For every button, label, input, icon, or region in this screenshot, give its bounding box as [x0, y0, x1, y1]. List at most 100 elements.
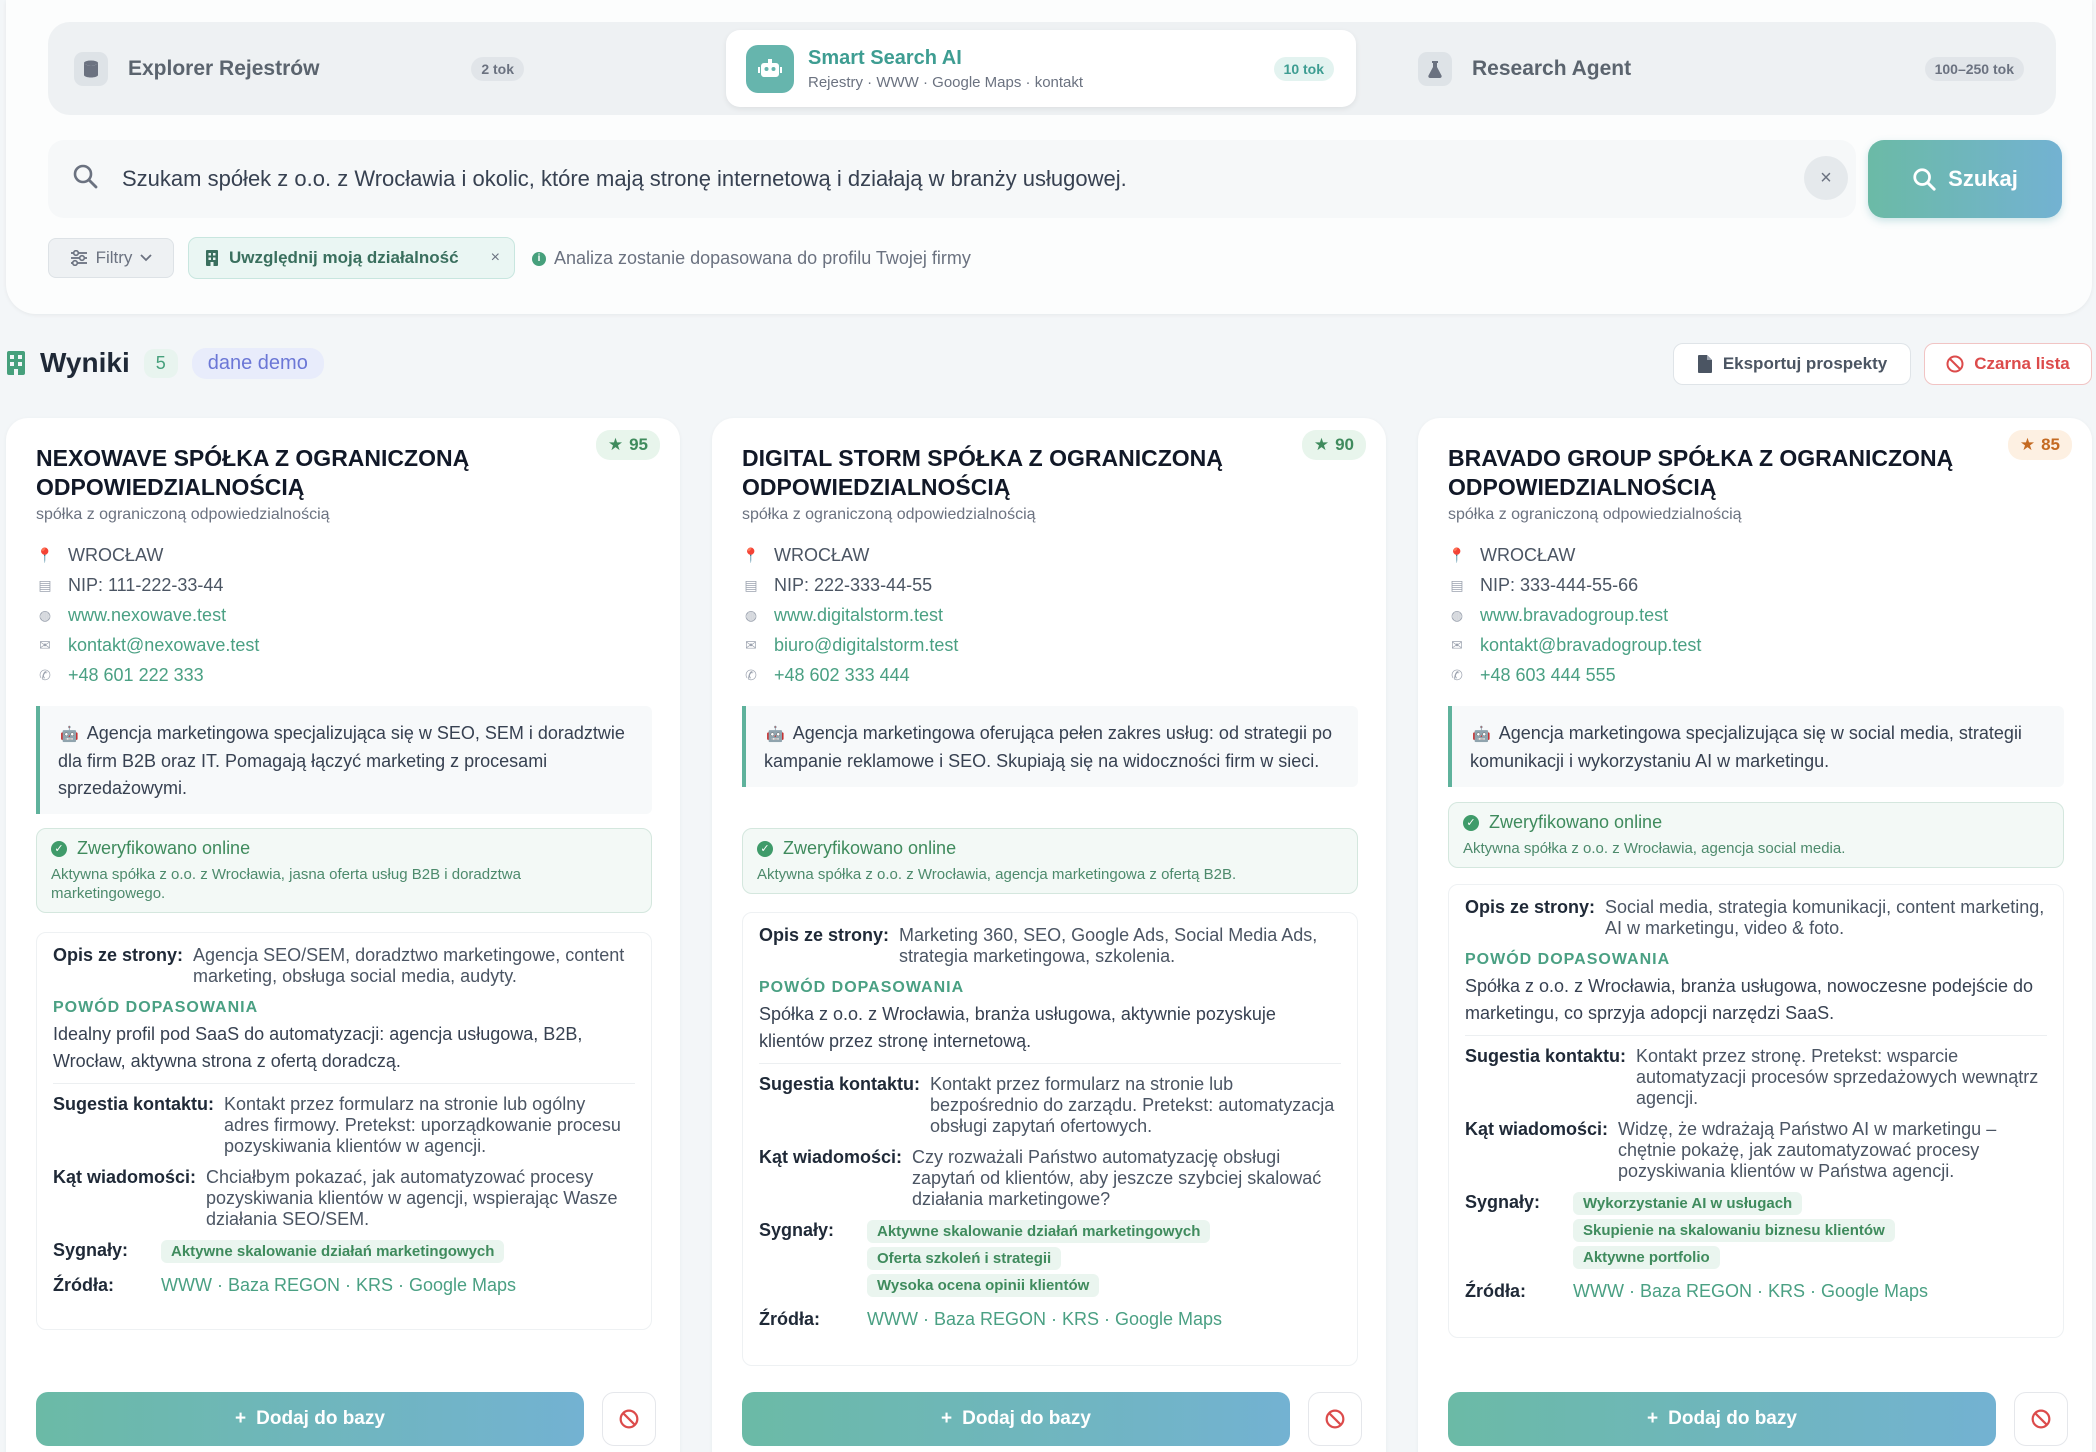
site-desc-label: Opis ze strony:: [759, 925, 890, 945]
star-icon: ★: [2019, 435, 2036, 454]
ban-icon: [1946, 355, 1964, 373]
verified-box: ✓ Zweryfikowano online Aktywna spółka z o…: [1448, 802, 2064, 868]
nip: NIP: 222-333-44-55: [774, 574, 933, 595]
site-desc: Agencja SEO/SEM, doradztwo marketingowe,…: [193, 945, 625, 986]
blacklist-label: Czarna lista: [1974, 354, 2070, 373]
building-icon: [6, 350, 28, 376]
email-link[interactable]: kontakt@bravadogroup.test: [1480, 635, 1701, 656]
company-name: BRAVADO GROUP SPÓŁKA Z OGRANICZONĄ ODPOW…: [1448, 445, 1954, 500]
clear-search-button[interactable]: ×: [1804, 156, 1848, 200]
phone-link[interactable]: +48 602 333 444: [774, 665, 910, 686]
website-link[interactable]: www.nexowave.test: [68, 605, 226, 626]
sources-label: Źródła:: [759, 1309, 820, 1329]
verified-box: ✓ Zweryfikowano online Aktywna spółka z o…: [742, 828, 1358, 894]
filters-dropdown[interactable]: Filtry: [48, 238, 174, 278]
signals-label: Sygnały:: [759, 1220, 835, 1240]
mode-explorer-rejestrow[interactable]: Explorer Rejestrów 2 tok: [60, 30, 540, 107]
email-link[interactable]: biuro@digitalstorm.test: [774, 635, 958, 656]
contact-suggestion: Kontakt przez formularz na stronie lub b…: [930, 1074, 1335, 1136]
chevron-down-icon: [140, 254, 153, 262]
phone-link[interactable]: +48 603 444 555: [1480, 665, 1616, 686]
why-text: Spółka z o.o. z Wrocławia, branża usługo…: [759, 1004, 1276, 1051]
export-prospects-button[interactable]: Eksportuj prospekty: [1673, 343, 1911, 385]
signal-tag: Wysoka ocena opinii klientów: [867, 1274, 1100, 1297]
score-value: 85: [2041, 435, 2060, 454]
sources-label: Źródła:: [1465, 1281, 1526, 1301]
score-value: 90: [1335, 435, 1354, 454]
globe-icon: ◍: [38, 606, 52, 623]
signals-label: Sygnały:: [1465, 1192, 1541, 1212]
angle-label: Kąt wiadomości:: [53, 1167, 197, 1187]
mode-title: Explorer Rejestrów: [128, 56, 320, 80]
add-label: Dodaj do bazy: [256, 1408, 385, 1429]
star-icon: ★: [607, 435, 624, 454]
signal-tag: Aktywne portfolio: [1573, 1246, 1720, 1269]
score-badge: ★ 95: [595, 430, 660, 460]
search-button-label: Szukaj: [1948, 166, 2018, 191]
check-circle-icon: ✓: [757, 840, 773, 857]
signal-tag: Skupienie na skalowaniu biznesu klientów: [1573, 1219, 1895, 1242]
search-input[interactable]: Szukam spółek z o.o. z Wrocławia i okoli…: [48, 140, 1856, 218]
mode-research-agent[interactable]: Research Agent 100–250 tok: [1412, 30, 2048, 107]
profile-hint: i Analiza zostanie dopasowana do profilu…: [532, 248, 971, 269]
site-desc-label: Opis ze strony:: [53, 945, 184, 965]
verified-subtitle: Aktywna spółka z o.o. z Wrocławia, jasna…: [51, 866, 521, 902]
signals-label: Sygnały:: [53, 1240, 129, 1260]
ai-description-text: Agencja marketingowa specjalizująca się …: [58, 723, 625, 798]
token-badge: 100–250 tok: [1924, 56, 2024, 81]
building-icon: [206, 250, 218, 266]
contact-label: Sugestia kontaktu:: [53, 1094, 215, 1114]
angle-label: Kąt wiadomości:: [1465, 1119, 1609, 1139]
message-angle: Chciałbym pokazać, jak automatyzować pro…: [206, 1167, 618, 1229]
search-icon: [72, 163, 98, 196]
ai-description: 🤖 Agencja marketingowa specjalizująca się…: [36, 706, 652, 814]
ban-icon: [2031, 1409, 2051, 1429]
robot-icon: 🤖: [766, 726, 785, 743]
add-label: Dodaj do bazy: [962, 1408, 1091, 1429]
add-to-database-button[interactable]: + Dodaj do bazy: [742, 1392, 1290, 1446]
sources: WWW · Baza REGON · KRS · Google Maps: [867, 1309, 1223, 1329]
city: WROCŁAW: [68, 544, 164, 565]
plus-icon: +: [235, 1408, 247, 1429]
add-to-database-button[interactable]: + Dodaj do bazy: [36, 1392, 584, 1446]
include-my-business-chip[interactable]: Uwzględnij moją działalność ×: [188, 237, 515, 279]
search-query[interactable]: Szukam spółek z o.o. z Wrocławia i okoli…: [122, 166, 1127, 192]
mode-smart-search[interactable]: Smart Search AI Rejestry · WWW · Google …: [726, 30, 1356, 107]
legal-form: spółka z ograniczoną odpowiedzialnością: [36, 506, 330, 523]
company-name: DIGITAL STORM SPÓŁKA Z OGRANICZONĄ ODPOW…: [742, 445, 1223, 500]
search-button[interactable]: Szukaj: [1868, 140, 2062, 218]
signal-tag: Oferta szkoleń i strategii: [867, 1247, 1062, 1270]
plus-icon: +: [1647, 1408, 1659, 1429]
file-export-icon: [1697, 355, 1712, 373]
city: WROCŁAW: [774, 544, 870, 565]
location-pin-icon: 📍: [742, 546, 760, 563]
verified-title: Zweryfikowano online: [1489, 812, 1663, 832]
angle-label: Kąt wiadomości:: [759, 1147, 903, 1167]
why-text: Idealny profil pod SaaS do automatyzacji…: [53, 1024, 583, 1071]
phone-link[interactable]: +48 601 222 333: [68, 665, 204, 686]
verified-subtitle: Aktywna spółka z o.o. z Wrocławia, agenc…: [1463, 840, 1846, 857]
company-name: NEXOWAVE SPÓŁKA Z OGRANICZONĄ ODPOWIEDZI…: [36, 445, 470, 500]
email-link[interactable]: kontakt@nexowave.test: [68, 635, 259, 656]
site-desc: Social media, strategia komunikacji, con…: [1605, 897, 2045, 938]
blacklist-company-button[interactable]: [2014, 1392, 2068, 1446]
token-badge: 2 tok: [471, 56, 524, 81]
website-link[interactable]: www.bravadogroup.test: [1480, 605, 1668, 626]
blacklist-button[interactable]: Czarna lista: [1924, 343, 2092, 385]
score-badge: ★ 85: [2007, 430, 2072, 460]
id-card-icon: ▤: [1450, 576, 1464, 593]
chip-label: Uwzględnij moją działalność: [229, 248, 459, 267]
search-panel: Explorer Rejestrów 2 tok Smart Search AI…: [6, 0, 2092, 314]
why-label: POWÓD DOPASOWANIA: [759, 979, 965, 996]
contact-info: 📍 WROCŁAW ▤ NIP: 111-222-33-44 ◍ www.nexowa…: [36, 540, 259, 690]
phone-icon: ✆: [745, 666, 757, 683]
score-badge: ★ 90: [1301, 430, 1366, 460]
ai-description-text: Agencja marketingowa specjalizująca się …: [1470, 723, 2022, 771]
add-to-database-button[interactable]: + Dodaj do bazy: [1448, 1392, 1996, 1446]
blacklist-company-button[interactable]: [1308, 1392, 1362, 1446]
website-link[interactable]: www.digitalstorm.test: [774, 605, 943, 626]
export-label: Eksportuj prospekty: [1722, 354, 1888, 373]
blacklist-company-button[interactable]: [602, 1392, 656, 1446]
remove-chip-icon[interactable]: ×: [491, 249, 500, 267]
company-card: DIGITAL STORM SPÓŁKA Z OGRANICZONĄ ODPOW…: [712, 418, 1386, 1452]
